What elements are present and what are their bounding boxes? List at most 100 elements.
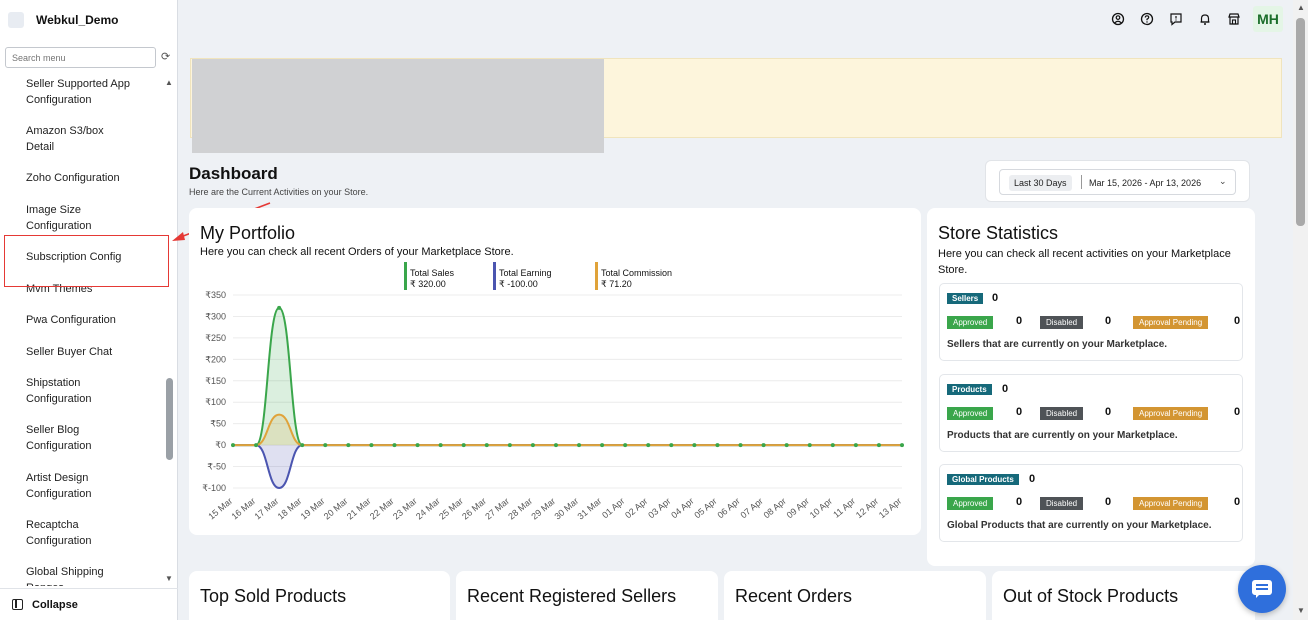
sidebar-scroll-thumb[interactable] <box>166 378 173 460</box>
data-point[interactable] <box>553 443 558 448</box>
chat-button[interactable] <box>1238 565 1286 613</box>
x-tick-label: 25 Mar <box>437 496 465 522</box>
stat-heading: Sellers <box>947 293 984 304</box>
x-tick-label: 22 Mar <box>368 496 396 522</box>
data-point[interactable] <box>738 443 743 448</box>
data-point[interactable] <box>254 443 259 448</box>
data-point[interactable] <box>461 443 466 448</box>
data-point[interactable] <box>231 443 235 448</box>
bell-icon[interactable] <box>1198 12 1212 26</box>
sidebar-item-global-shipping[interactable]: Global Shipping Ranges <box>26 564 116 586</box>
help-icon[interactable] <box>1140 12 1154 26</box>
scroll-up-icon[interactable]: ▲ <box>165 78 173 87</box>
refresh-icon[interactable]: ⟳ <box>161 51 173 63</box>
pending-badge: Approval Pending <box>1133 497 1209 510</box>
x-tick-label: 20 Mar <box>322 496 350 522</box>
page-scrollbar[interactable]: ▲ ▼ <box>1293 0 1308 620</box>
approved-badge: Approved <box>947 407 994 420</box>
x-tick-label: 11 Apr <box>831 496 857 520</box>
disabled-badge: Disabled <box>1040 407 1084 420</box>
data-point[interactable] <box>807 443 812 448</box>
store-icon[interactable] <box>1227 12 1241 26</box>
user-circle-icon[interactable] <box>1111 12 1125 26</box>
data-point[interactable] <box>830 443 835 448</box>
data-point[interactable] <box>761 443 766 448</box>
data-point[interactable] <box>300 443 305 448</box>
pending-badge: Approval Pending <box>1133 316 1209 329</box>
sidebar-item-seller-buyer-chat[interactable]: Seller Buyer Chat <box>26 344 156 360</box>
data-point[interactable] <box>600 443 605 448</box>
page-scroll-thumb[interactable] <box>1296 18 1305 226</box>
sidebar-item-seller-supported-app[interactable]: Seller Supported App Configuration <box>26 76 156 108</box>
page-scroll-up-icon[interactable]: ▲ <box>1297 3 1305 12</box>
stat-box-global-products: Global Products 0 Approved 0 Disabled 0 … <box>939 464 1243 542</box>
sidebar-scrollbar[interactable]: ▲ ▼ <box>163 74 176 586</box>
sidebar-item-image-size[interactable]: Image Size Configuration <box>26 202 116 234</box>
scroll-down-icon[interactable]: ▼ <box>165 574 173 583</box>
data-point[interactable] <box>346 443 351 448</box>
data-point[interactable] <box>692 443 697 448</box>
series-area <box>233 307 902 446</box>
stat-box-products: Products 0 Approved 0 Disabled 0 Approva… <box>939 374 1243 452</box>
data-point[interactable] <box>876 443 881 448</box>
data-point[interactable] <box>323 443 328 448</box>
x-tick-label: 15 Mar <box>206 496 234 522</box>
legend-swatch <box>404 262 407 290</box>
sidebar-item-amazon-s3[interactable]: Amazon S3/box Detail <box>26 123 116 155</box>
out-of-stock-card: Out of Stock Products <box>992 571 1255 620</box>
sidebar-item-shipstation[interactable]: Shipstation Configuration <box>26 375 116 407</box>
sidebar-item-pwa[interactable]: Pwa Configuration <box>26 312 156 328</box>
disabled-count: 0 <box>1105 315 1112 327</box>
y-tick-label: ₹0 <box>215 440 226 450</box>
data-point[interactable] <box>277 305 282 310</box>
data-point[interactable] <box>507 443 512 448</box>
page-title: Dashboard <box>189 164 278 183</box>
data-point[interactable] <box>853 443 858 448</box>
legend-total-earning[interactable]: Total Earning ₹ -100.00 <box>493 262 552 290</box>
sidebar: Webkul_Demo ⟳ Seller Supported App Confi… <box>0 0 178 620</box>
sidebar-menu: Seller Supported App Configuration Amazo… <box>0 72 162 586</box>
brand[interactable]: Webkul_Demo <box>0 0 178 42</box>
data-point[interactable] <box>415 443 420 448</box>
collapse-button[interactable]: Collapse <box>0 588 178 620</box>
sidebar-item-seller-blog[interactable]: Seller Blog Configuration <box>26 422 116 454</box>
collapse-icon <box>12 599 23 610</box>
data-point[interactable] <box>646 443 651 448</box>
data-point[interactable] <box>577 443 582 448</box>
y-tick-label: ₹150 <box>205 376 226 386</box>
data-point[interactable] <box>784 443 789 448</box>
stats-subtitle: Here you can check all recent activities… <box>938 248 1231 276</box>
sidebar-item-zoho[interactable]: Zoho Configuration <box>26 170 156 186</box>
disabled-badge: Disabled <box>1040 497 1084 510</box>
legend-total-sales[interactable]: Total Sales ₹ 320.00 <box>404 262 454 290</box>
page-scroll-down-icon[interactable]: ▼ <box>1297 606 1305 615</box>
x-tick-label: 04 Apr <box>669 496 695 520</box>
x-tick-label: 30 Mar <box>552 496 580 522</box>
data-point[interactable] <box>669 443 674 448</box>
sidebar-item-recaptcha[interactable]: Recaptcha Configuration <box>26 517 116 549</box>
x-tick-label: 03 Apr <box>646 496 672 520</box>
store-statistics-card: Store Statistics Here you can check all … <box>927 208 1255 566</box>
sidebar-item-artist-design[interactable]: Artist Design Configuration <box>26 470 116 502</box>
data-point[interactable] <box>530 443 535 448</box>
stat-heading: Products <box>947 384 992 395</box>
feedback-icon[interactable] <box>1169 12 1183 26</box>
data-point[interactable] <box>484 443 489 448</box>
legend-total-commission[interactable]: Total Commission ₹ 71.20 <box>595 262 672 290</box>
legend-label: Total Sales <box>410 268 455 278</box>
stat-box-sellers: Sellers 0 Approved 0 Disabled 0 Approval… <box>939 283 1243 361</box>
data-point[interactable] <box>900 443 904 448</box>
x-tick-label: 17 Mar <box>253 496 281 522</box>
data-point[interactable] <box>369 443 374 448</box>
stat-description: Products that are currently on your Mark… <box>947 430 1178 441</box>
data-point[interactable] <box>438 443 443 448</box>
data-point[interactable] <box>623 443 628 448</box>
search-menu-input[interactable] <box>5 47 156 68</box>
avatar[interactable]: MH <box>1253 6 1283 32</box>
data-point[interactable] <box>715 443 720 448</box>
x-tick-label: 27 Mar <box>483 496 511 522</box>
data-point[interactable] <box>392 443 397 448</box>
chat-icon <box>1252 580 1272 598</box>
date-range-select[interactable]: Last 30 Days Mar 15, 2026 - Apr 13, 2026… <box>999 169 1236 195</box>
top-sold-products-card: Top Sold Products <box>189 571 450 620</box>
